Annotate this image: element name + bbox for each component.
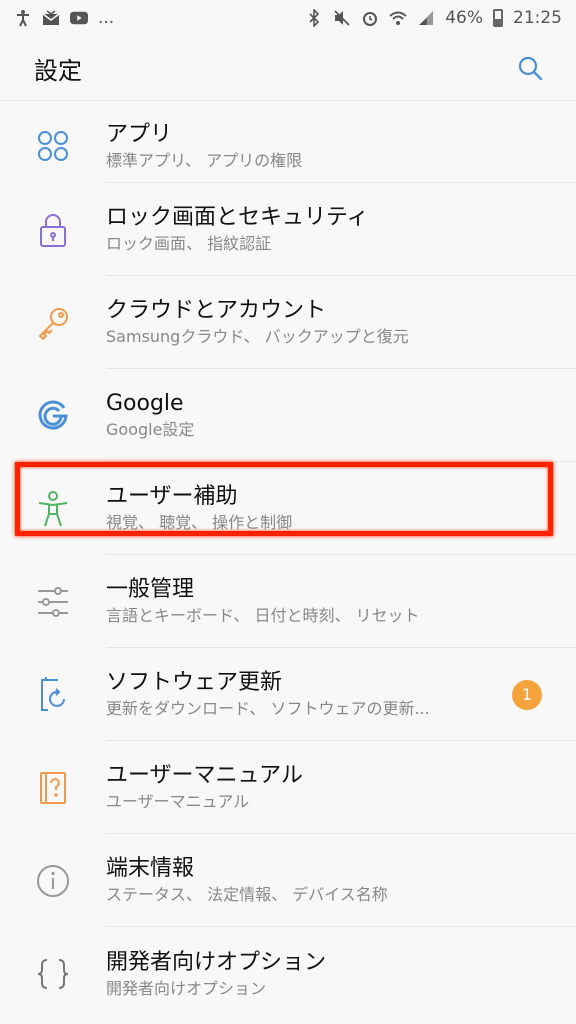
settings-item-subtitle: ロック画面、 指紋認証 — [106, 234, 272, 253]
settings-item-apps[interactable]: アプリ 標準アプリ、 アプリの権限 — [0, 109, 576, 183]
settings-item-title: ソフトウェア更新 — [106, 670, 283, 695]
mail-icon — [42, 9, 60, 27]
app-bar: 設定 — [0, 36, 576, 101]
settings-item-software-update[interactable]: ソフトウェア更新 更新をダウンロード、 ソフトウェアの更新... 1 — [0, 648, 576, 741]
settings-item-google[interactable]: Google Google設定 — [0, 369, 576, 462]
apps-grid-icon — [0, 129, 106, 163]
settings-item-title: Google — [106, 391, 184, 416]
settings-item-accessibility[interactable]: ユーザー補助 視覚、 聴覚、 操作と制御 — [0, 462, 576, 555]
signal-icon — [417, 9, 435, 27]
settings-item-title: 一般管理 — [106, 577, 195, 602]
page-title: 設定 — [34, 56, 82, 85]
settings-item-title: ロック画面とセキュリティ — [106, 205, 369, 230]
update-count-badge: 1 — [512, 679, 542, 710]
youtube-icon — [70, 9, 88, 27]
settings-item-subtitle: ステータス、 法定情報、 デバイス名称 — [106, 885, 388, 904]
status-bar-right: 46% 21:25 — [305, 8, 562, 28]
key-icon — [0, 305, 106, 341]
wifi-icon — [389, 9, 407, 27]
manual-icon — [0, 771, 106, 805]
settings-item-developer-options[interactable]: 開発者向けオプション 開発者向けオプション — [0, 927, 576, 1020]
clock: 21:25 — [513, 8, 562, 28]
settings-item-title: クラウドとアカウント — [106, 298, 327, 323]
settings-item-subtitle: Samsungクラウド、 バックアップと復元 — [106, 327, 409, 346]
info-icon — [0, 864, 106, 898]
status-bar-left: ... — [14, 8, 114, 28]
battery-percent: 46% — [445, 8, 483, 28]
search-button[interactable] — [514, 52, 546, 84]
settings-item-title: アプリ — [106, 121, 173, 147]
sliders-icon — [0, 586, 106, 618]
settings-item-subtitle: 標準アプリ、 アプリの権限 — [106, 150, 303, 170]
battery-icon — [493, 9, 503, 27]
accessibility-status-icon — [14, 9, 32, 27]
bluetooth-icon — [305, 9, 323, 27]
settings-item-subtitle: 視覚、 聴覚、 操作と制御 — [106, 513, 293, 532]
lock-icon — [0, 212, 106, 248]
settings-item-title: ユーザー補助 — [106, 484, 238, 509]
settings-item-device-info[interactable]: 端末情報 ステータス、 法定情報、 デバイス名称 — [0, 834, 576, 927]
software-update-icon — [0, 676, 106, 713]
search-icon — [518, 56, 543, 81]
mute-icon — [333, 9, 351, 27]
settings-item-lock-screen[interactable]: ロック画面とセキュリティ ロック画面、 指紋認証 — [0, 183, 576, 276]
settings-item-subtitle: 言語とキーボード、 日付と時刻、 リセット — [106, 606, 420, 625]
status-bar: ... 46% 21:25 — [0, 0, 576, 36]
more-notifications: ... — [98, 8, 115, 28]
google-icon — [0, 399, 106, 433]
settings-item-user-manual[interactable]: ユーザーマニュアル ユーザーマニュアル — [0, 741, 576, 834]
alarm-icon — [361, 9, 379, 27]
settings-item-subtitle: 更新をダウンロード、 ソフトウェアの更新... — [106, 699, 430, 718]
settings-item-cloud-accounts[interactable]: クラウドとアカウント Samsungクラウド、 バックアップと復元 — [0, 276, 576, 369]
settings-item-title: ユーザーマニュアル — [106, 763, 303, 788]
developer-braces-icon — [0, 957, 106, 991]
settings-item-title: 開発者向けオプション — [106, 949, 327, 975]
settings-item-title: 端末情報 — [106, 856, 195, 881]
settings-item-general-management[interactable]: 一般管理 言語とキーボード、 日付と時刻、 リセット — [0, 555, 576, 648]
settings-item-subtitle: Google設定 — [106, 420, 195, 439]
settings-item-subtitle: ユーザーマニュアル — [106, 792, 250, 811]
settings-list: アプリ 標準アプリ、 アプリの権限 ロック画面とセキュリティ ロック画面、 指紋… — [0, 109, 576, 1020]
settings-item-subtitle: 開発者向けオプション — [106, 978, 267, 998]
accessibility-icon — [0, 490, 106, 528]
